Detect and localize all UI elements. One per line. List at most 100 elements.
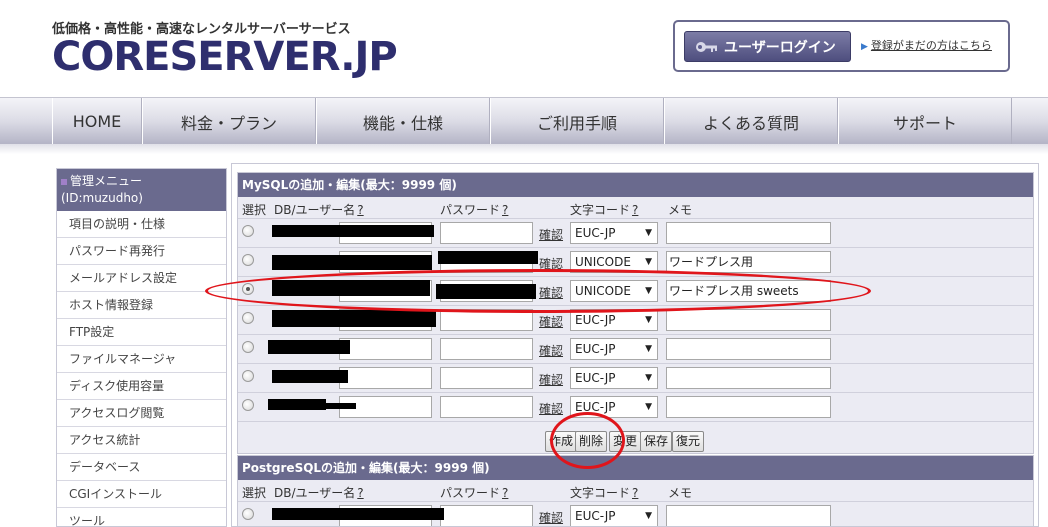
nav-home[interactable]: HOME <box>52 98 142 145</box>
nav-faq[interactable]: よくある質問 <box>664 98 838 145</box>
signup-link[interactable]: ▶ 登録がまだの方はこちら <box>861 37 992 53</box>
sidebar-item-host-info[interactable]: ホスト情報登録 <box>57 292 226 319</box>
nav-shadow <box>0 144 1048 154</box>
charset-select[interactable]: EUC-JP ▼ <box>570 309 658 331</box>
memo-input[interactable] <box>666 367 831 389</box>
sidebar-item-access-log[interactable]: アクセスログ閲覧 <box>57 400 226 427</box>
column-charset: 文字コード? <box>570 203 639 217</box>
select-radio[interactable] <box>242 283 254 295</box>
redaction-block <box>272 225 434 237</box>
sidebar-user: (ID:muzudho) <box>61 191 143 205</box>
save-button[interactable]: 保存 <box>640 431 673 452</box>
memo-input[interactable]: ワードプレス用 <box>666 251 831 273</box>
chevron-down-icon: ▼ <box>645 286 652 296</box>
select-radio[interactable] <box>242 370 254 382</box>
change-button[interactable]: 変更 <box>609 431 642 452</box>
help-link[interactable]: ? <box>502 203 508 217</box>
confirm-link[interactable]: 確認 <box>539 313 563 330</box>
column-password: パスワード? <box>440 203 509 217</box>
charset-select[interactable]: EUC-JP ▼ <box>570 396 658 418</box>
confirm-link[interactable]: 確認 <box>539 342 563 359</box>
password-input[interactable] <box>440 396 533 418</box>
memo-input[interactable] <box>666 505 831 526</box>
table-row: 確認 EUC-JP ▼ <box>238 335 1033 364</box>
help-link[interactable]: ? <box>632 203 638 217</box>
user-login-label: ユーザーログイン <box>724 39 836 56</box>
delete-button[interactable]: 削除 <box>575 431 608 452</box>
password-input[interactable] <box>440 309 533 331</box>
select-radio[interactable] <box>242 341 254 353</box>
help-link[interactable]: ? <box>502 486 508 500</box>
db-name-input[interactable] <box>339 367 432 389</box>
mysql-panel: MySQLの追加・編集(最大：9999 個) 選択 DB/ユーザー名? パスワー… <box>237 172 1034 454</box>
confirm-link[interactable]: 確認 <box>539 226 563 243</box>
sidebar-item-ftp[interactable]: FTP設定 <box>57 319 226 346</box>
help-link[interactable]: ? <box>357 486 363 500</box>
confirm-link[interactable]: 確認 <box>539 255 563 272</box>
charset-select[interactable]: UNICODE ▼ <box>570 251 658 273</box>
key-icon <box>696 41 717 52</box>
sidebar-item-database[interactable]: データベース <box>57 454 226 481</box>
mysql-header-row: 選択 DB/ユーザー名? パスワード? 文字コード? メモ <box>238 197 1033 219</box>
column-select: 選択 <box>242 486 267 500</box>
password-input[interactable] <box>440 222 533 244</box>
select-radio[interactable] <box>242 254 254 266</box>
sidebar-item-disk-usage[interactable]: ディスク使用容量 <box>57 373 226 400</box>
charset-value: EUC-JP <box>575 226 616 240</box>
sidebar-item-mail-address[interactable]: メールアドレス設定 <box>57 265 226 292</box>
mysql-actions: 作成 削除 変更 保存 復元 <box>238 427 1033 455</box>
select-radio[interactable] <box>242 508 254 520</box>
chevron-down-icon: ▼ <box>645 402 652 412</box>
redaction-block <box>272 280 430 296</box>
nav-support[interactable]: サポート <box>838 98 1012 145</box>
column-select: 選択 <box>242 203 267 217</box>
select-radio[interactable] <box>242 225 254 237</box>
confirm-link[interactable]: 確認 <box>539 400 563 417</box>
sidebar-item-cgi-install[interactable]: CGIインストール <box>57 481 226 508</box>
mysql-panel-title: MySQLの追加・編集(最大：9999 個) <box>238 173 1033 197</box>
charset-select[interactable]: EUC-JP ▼ <box>570 222 658 244</box>
memo-input[interactable] <box>666 396 831 418</box>
password-input[interactable] <box>440 338 533 360</box>
password-input[interactable] <box>440 505 533 526</box>
sidebar-item-spec[interactable]: 項目の説明・仕様 <box>57 211 226 238</box>
chevron-down-icon: ▼ <box>645 344 652 354</box>
user-login-button[interactable]: ユーザーログイン <box>684 31 851 62</box>
password-input[interactable] <box>440 367 533 389</box>
create-button[interactable]: 作成 <box>545 431 578 452</box>
sidebar-item-access-stats[interactable]: アクセス統計 <box>57 427 226 454</box>
redaction-block <box>272 370 348 383</box>
help-link[interactable]: ? <box>632 486 638 500</box>
triangle-right-icon: ▶ <box>861 42 868 52</box>
global-nav: HOME 料金・プラン 機能・仕様 ご利用手順 よくある質問 サポート <box>0 97 1048 145</box>
confirm-link[interactable]: 確認 <box>539 284 563 301</box>
site-logo[interactable]: CORESERVER.JP <box>52 34 398 80</box>
nav-procedure[interactable]: ご利用手順 <box>490 98 664 145</box>
table-row: 確認 EUC-JP ▼ <box>238 502 1033 526</box>
nav-pricing[interactable]: 料金・プラン <box>142 98 316 145</box>
charset-select[interactable]: EUC-JP ▼ <box>570 367 658 389</box>
restore-button[interactable]: 復元 <box>672 431 705 452</box>
confirm-link[interactable]: 確認 <box>539 509 563 526</box>
db-name-input[interactable] <box>339 338 432 360</box>
sidebar-title: 管理メニュー <box>70 174 143 188</box>
sidebar-item-file-manager[interactable]: ファイルマネージャ <box>57 346 226 373</box>
main-content: MySQLの追加・編集(最大：9999 個) 選択 DB/ユーザー名? パスワー… <box>231 163 1039 527</box>
charset-select[interactable]: EUC-JP ▼ <box>570 338 658 360</box>
sidebar-header: 管理メニュー (ID:muzudho) <box>57 169 226 211</box>
select-radio[interactable] <box>242 399 254 411</box>
sidebar-item-password-reissue[interactable]: パスワード再発行 <box>57 238 226 265</box>
memo-input[interactable] <box>666 338 831 360</box>
memo-input[interactable] <box>666 222 831 244</box>
confirm-link[interactable]: 確認 <box>539 371 563 388</box>
charset-select[interactable]: EUC-JP ▼ <box>570 505 658 526</box>
help-link[interactable]: ? <box>357 203 363 217</box>
memo-input[interactable] <box>666 309 831 331</box>
nav-features[interactable]: 機能・仕様 <box>316 98 490 145</box>
sidebar-item-tools[interactable]: ツール <box>57 508 226 526</box>
redaction-block <box>268 340 350 354</box>
memo-input[interactable]: ワードプレス用 sweets <box>666 280 831 302</box>
chevron-down-icon: ▼ <box>645 228 652 238</box>
select-radio[interactable] <box>242 312 254 324</box>
charset-select[interactable]: UNICODE ▼ <box>570 280 658 302</box>
